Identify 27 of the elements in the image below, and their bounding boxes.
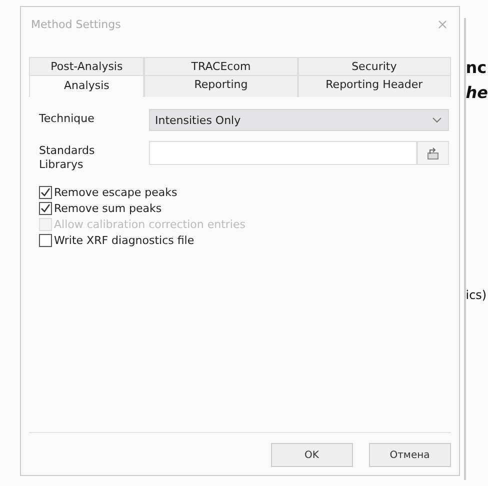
- field-label: Technique: [39, 111, 96, 126]
- tab[interactable]: Reporting Header: [298, 75, 451, 97]
- window-title: Method Settings: [31, 18, 121, 30]
- dialog-button[interactable]: Отмена: [368, 443, 451, 467]
- tab[interactable]: TRACEcom: [144, 57, 298, 75]
- document-text-fragment: ics): [466, 288, 488, 302]
- chevron-down-icon: [432, 117, 442, 123]
- checkbox-label: Remove escape peaks: [54, 186, 178, 199]
- checkbox[interactable]: [39, 186, 52, 199]
- checkbox-label: Write XRF diagnostics file: [54, 234, 194, 247]
- document-text-fragment: he: [466, 83, 488, 102]
- close-icon: [438, 20, 447, 28]
- folder-arrow-icon: [426, 146, 440, 160]
- tab[interactable]: Security: [298, 57, 451, 75]
- field-label: Standards Librarys: [39, 143, 96, 172]
- checkbox-label: Remove sum peaks: [54, 202, 162, 215]
- technique-dropdown[interactable]: Intensities Only: [149, 109, 449, 131]
- document-text-fragment: nc: [466, 58, 488, 77]
- checkbox-label: Allow calibration correction entries: [54, 218, 246, 231]
- checkbox[interactable]: [39, 202, 52, 215]
- tab[interactable]: Post-Analysis: [29, 57, 144, 75]
- library-input-field[interactable]: [149, 141, 417, 165]
- checkbox[interactable]: [39, 234, 52, 247]
- browse-button[interactable]: [416, 141, 449, 165]
- tab[interactable]: Analysis: [29, 75, 144, 97]
- dialog-button[interactable]: OK: [270, 443, 353, 467]
- tab[interactable]: Reporting: [144, 75, 298, 97]
